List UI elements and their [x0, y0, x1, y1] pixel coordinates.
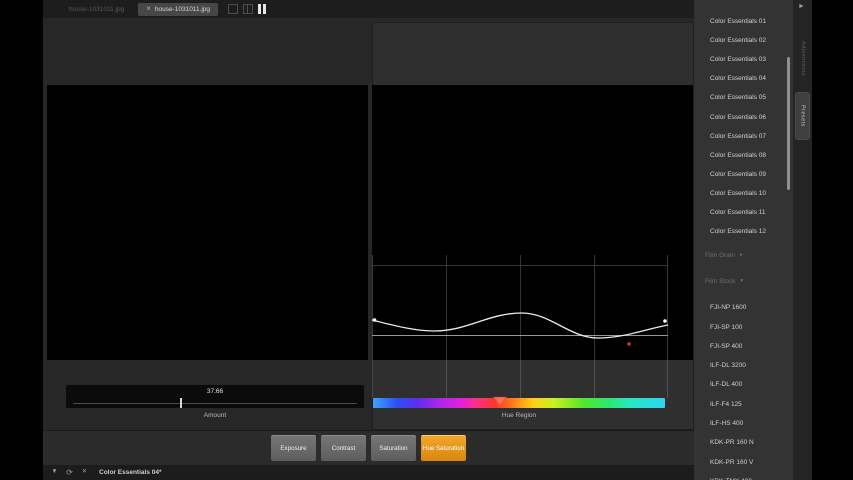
amount-slider[interactable]: 37.66: [65, 384, 365, 409]
film-stock-item[interactable]: KDK-PR 160 V: [694, 453, 793, 472]
document-tab-bar: house-1031011.jpg × house-1031011.jpg: [43, 0, 694, 18]
film-stock-item[interactable]: ILF-F4 125: [694, 395, 793, 414]
preset-item[interactable]: Color Essentials 10: [694, 184, 793, 203]
hue-region-slider[interactable]: [373, 398, 665, 408]
before-scene-house: [47, 85, 368, 360]
film-stock-item[interactable]: KDK-TMX 400: [694, 472, 793, 480]
film-stock-item[interactable]: ILF-DL 3200: [694, 356, 793, 375]
sidebar-scrollbar[interactable]: [787, 57, 790, 190]
preset-item[interactable]: Color Essentials 06: [694, 107, 793, 126]
preset-remove-icon[interactable]: ✕: [80, 469, 89, 476]
split-view-icon[interactable]: [243, 4, 253, 14]
after-scene-house: [372, 85, 693, 360]
preset-item[interactable]: Color Essentials 04: [694, 69, 793, 88]
single-view-icon[interactable]: [228, 4, 238, 14]
film-stock-item[interactable]: FJI-SP 400: [694, 337, 793, 356]
film-stock-item[interactable]: FJI-SP 100: [694, 317, 793, 336]
section-label: Film Grain: [705, 252, 735, 259]
current-preset-name: Color Essentials 04*: [99, 469, 162, 476]
section-film-grain[interactable]: Film Grain ▸: [694, 243, 793, 267]
film-stock-item[interactable]: ILF-DL 400: [694, 375, 793, 394]
tab-adjustments[interactable]: Adjustments: [796, 28, 810, 90]
preset-item[interactable]: Color Essentials 08: [694, 146, 793, 165]
tab-label: house-1031011.jpg: [155, 6, 210, 13]
saturation-button[interactable]: Saturation: [371, 435, 416, 461]
adjustment-toolbar: Exposure Contrast Saturation Hue Saturat…: [43, 430, 694, 465]
tab-presets[interactable]: Presets: [795, 92, 810, 140]
film-stock-item[interactable]: KDK-PR 160 N: [694, 433, 793, 452]
hue-region-marker[interactable]: [493, 396, 507, 407]
film-stock-item[interactable]: FJI-NP 1600: [694, 298, 793, 317]
contrast-button[interactable]: Contrast: [321, 435, 366, 461]
tab-active-document[interactable]: × house-1031011.jpg: [138, 3, 218, 16]
section-film-stock[interactable]: Film Stock ▾: [694, 267, 793, 295]
chevron-down-icon: ▾: [740, 278, 743, 284]
preset-reset-icon[interactable]: ⟳: [65, 469, 74, 477]
preset-list: Color Essentials 01 Color Essentials 02 …: [694, 0, 793, 480]
section-label: Film Stock: [705, 278, 735, 285]
hue-saturation-button[interactable]: Hue Saturation: [421, 435, 466, 461]
amount-label: Amount: [65, 412, 365, 419]
tab-inactive-document[interactable]: house-1031011.jpg: [63, 3, 130, 16]
view-mode-toggle-group: [228, 4, 266, 14]
preset-item[interactable]: Color Essentials 07: [694, 127, 793, 146]
preset-item[interactable]: Color Essentials 01: [694, 12, 793, 31]
hue-region-label: Hue Region: [373, 412, 665, 419]
amount-slider-handle[interactable]: [180, 398, 182, 408]
panel-expand-icon[interactable]: ►: [798, 3, 805, 10]
preset-item[interactable]: Color Essentials 09: [694, 165, 793, 184]
film-stock-item[interactable]: ILF-HS 400: [694, 414, 793, 433]
preset-item[interactable]: Color Essentials 11: [694, 203, 793, 222]
close-tab-icon[interactable]: ×: [146, 5, 151, 13]
side-by-side-view-icon[interactable]: [258, 4, 266, 14]
after-image: [372, 85, 693, 360]
preset-status-bar: ▼ ⟳ ✕ Color Essentials 04*: [43, 465, 694, 480]
preset-dropdown-icon[interactable]: ▼: [50, 469, 59, 476]
preset-item[interactable]: Color Essentials 12: [694, 222, 793, 241]
exposure-button[interactable]: Exposure: [271, 435, 316, 461]
preset-item[interactable]: Color Essentials 03: [694, 50, 793, 69]
preset-item[interactable]: Color Essentials 02: [694, 31, 793, 50]
chevron-right-icon: ▸: [740, 252, 743, 258]
before-image: [47, 85, 368, 360]
amount-slider-track[interactable]: [73, 403, 357, 404]
amount-value: 37.66: [66, 388, 364, 395]
presets-sidebar: Color Essentials 01 Color Essentials 02 …: [694, 0, 793, 480]
preset-item[interactable]: Color Essentials 05: [694, 88, 793, 107]
editor-canvas: 37.66 Amount Hue Region: [43, 18, 694, 430]
side-tab-strip: ► Adjustments Presets: [793, 0, 812, 480]
